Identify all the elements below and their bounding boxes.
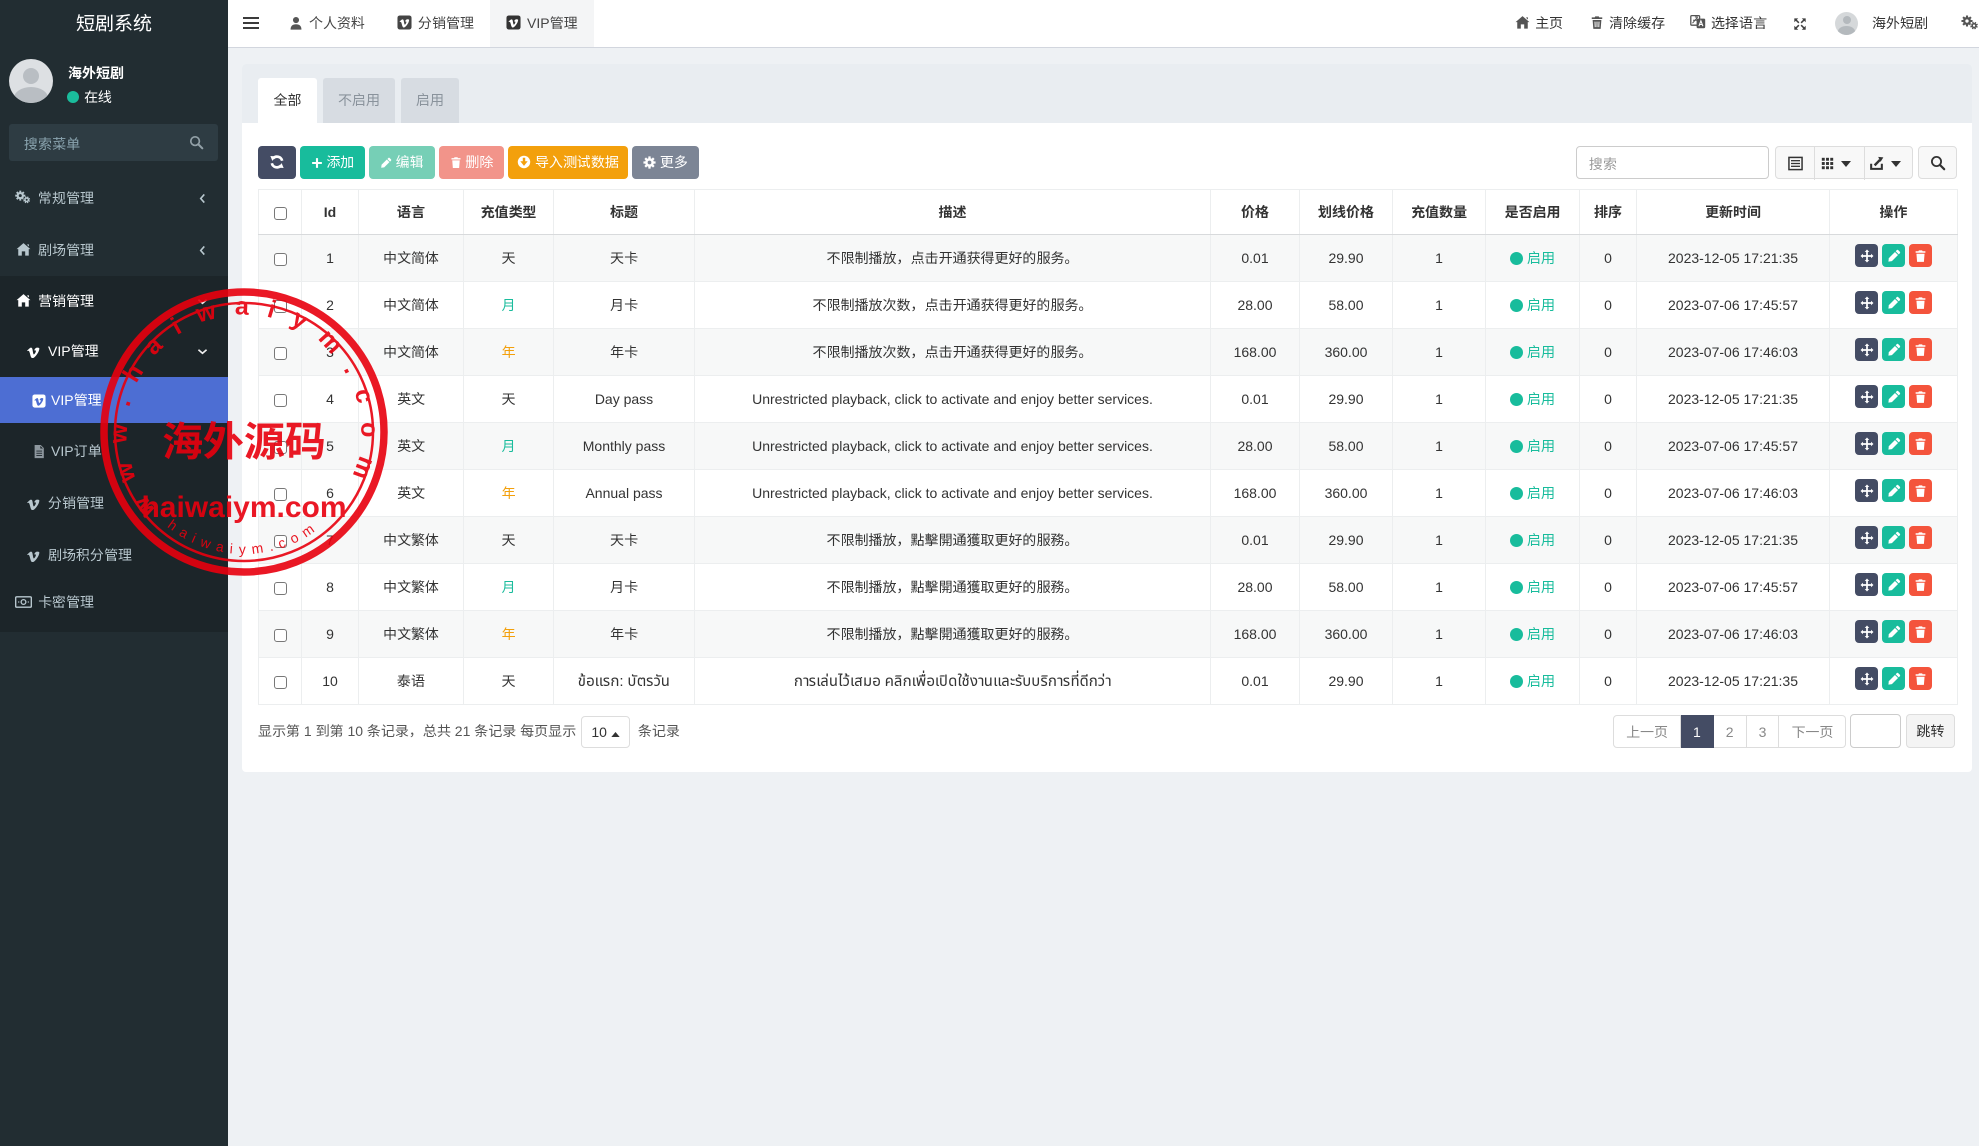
svg-text:haiwaiym.com: haiwaiym.com bbox=[141, 491, 346, 524]
svg-text:海外源码: 海外源码 bbox=[162, 408, 326, 468]
